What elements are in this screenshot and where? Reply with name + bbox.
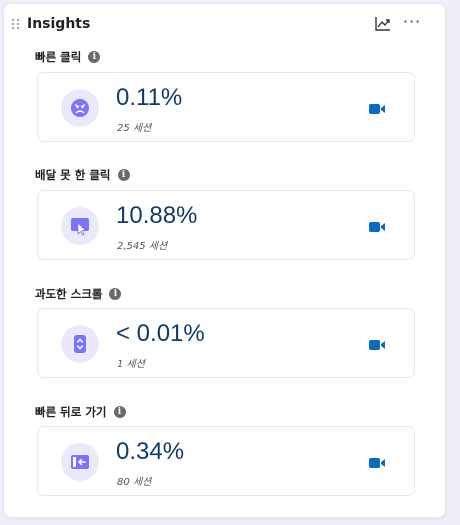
video-camera-icon (369, 340, 385, 350)
metric-sessions[interactable]: 2,545 세션 (117, 237, 167, 252)
section-label-rage-clicks: 빠른 클릭 i (35, 49, 101, 65)
scroll-icon (61, 325, 99, 363)
trend-chart-button[interactable] (374, 15, 392, 33)
info-icon[interactable]: i (109, 288, 122, 300)
info-icon[interactable]: i (117, 169, 130, 181)
section-label-text: 빠른 뒤로 가기 (35, 405, 107, 419)
insight-card-excessive-scrolling: < 0.01% 1 세션 (37, 308, 415, 378)
metric-value: 0.34% (116, 438, 185, 465)
section-label-dead-clicks: 배달 못 한 클릭 i (35, 167, 130, 183)
metric-sessions[interactable]: 1 세션 (117, 355, 145, 370)
metric-value: 10.88% (116, 202, 198, 229)
section-label-quick-backs: 빠른 뒤로 가기 i (35, 404, 126, 420)
video-recording-button[interactable] (368, 101, 386, 115)
metric-value: 0.11% (116, 84, 183, 111)
metric-sessions[interactable]: 80 세션 (117, 473, 151, 488)
section-label-excessive-scrolling: 과도한 스크롤 i (35, 286, 122, 302)
video-camera-icon (369, 458, 385, 468)
section-label-text: 빠른 클릭 (35, 50, 82, 64)
drag-handle-icon[interactable] (12, 19, 20, 31)
insights-panel: Insights ··· 빠른 클릭 i 0.11% 25 세션 배달 못 한 … (3, 3, 446, 518)
section-label-text: 배달 못 한 클릭 (35, 168, 111, 182)
video-recording-button[interactable] (368, 219, 386, 233)
metric-value: < 0.01% (116, 320, 205, 347)
angry-face-icon (61, 89, 99, 127)
info-icon[interactable]: i (113, 406, 126, 418)
metric-sessions[interactable]: 25 세션 (117, 119, 151, 134)
dead-click-icon (61, 207, 99, 245)
video-recording-button[interactable] (368, 455, 386, 469)
info-icon[interactable]: i (88, 51, 101, 63)
video-camera-icon (369, 104, 385, 114)
insight-card-quick-backs: 0.34% 80 세션 (37, 426, 415, 496)
more-options-button[interactable]: ··· (401, 14, 423, 33)
back-arrow-icon (61, 443, 99, 481)
insight-card-rage-clicks: 0.11% 25 세션 (37, 72, 415, 142)
section-label-text: 과도한 스크롤 (35, 287, 103, 301)
panel-header: Insights ··· (4, 4, 445, 44)
trend-chart-icon (375, 17, 390, 31)
panel-title: Insights (27, 16, 91, 32)
insight-card-dead-clicks: 10.88% 2,545 세션 (37, 190, 415, 260)
video-camera-icon (369, 222, 385, 232)
video-recording-button[interactable] (368, 337, 386, 351)
